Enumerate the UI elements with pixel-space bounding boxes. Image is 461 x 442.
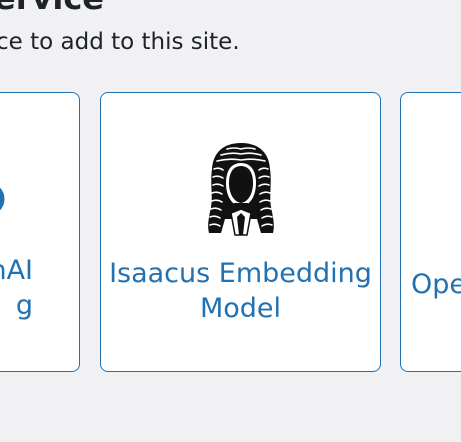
barrister-wig-icon xyxy=(208,143,274,236)
page-title: ervice xyxy=(0,0,104,18)
page-subtitle: ce to add to this site. xyxy=(0,29,240,55)
service-card-title-line: Ope xyxy=(411,269,461,300)
service-card-openai-embedding[interactable]: nAI g xyxy=(0,92,80,372)
openai-icon xyxy=(0,187,5,211)
service-card-title: nAI g xyxy=(0,253,33,323)
service-card-title-line: g xyxy=(15,290,33,321)
service-card-title: Ope xyxy=(411,267,461,302)
service-card-title-line: Model xyxy=(199,293,282,324)
service-card-openai[interactable]: Ope xyxy=(400,92,461,372)
service-card-title-line: nAI xyxy=(0,255,33,286)
service-card-title: Isaacus Embedding Model xyxy=(101,256,380,326)
service-picker-page: ervice ce to add to this site. nAI g xyxy=(0,0,461,442)
service-card-title-line: Isaacus Embedding xyxy=(109,258,372,289)
service-card-isaacus-embedding-model[interactable]: Isaacus Embedding Model xyxy=(100,92,381,372)
